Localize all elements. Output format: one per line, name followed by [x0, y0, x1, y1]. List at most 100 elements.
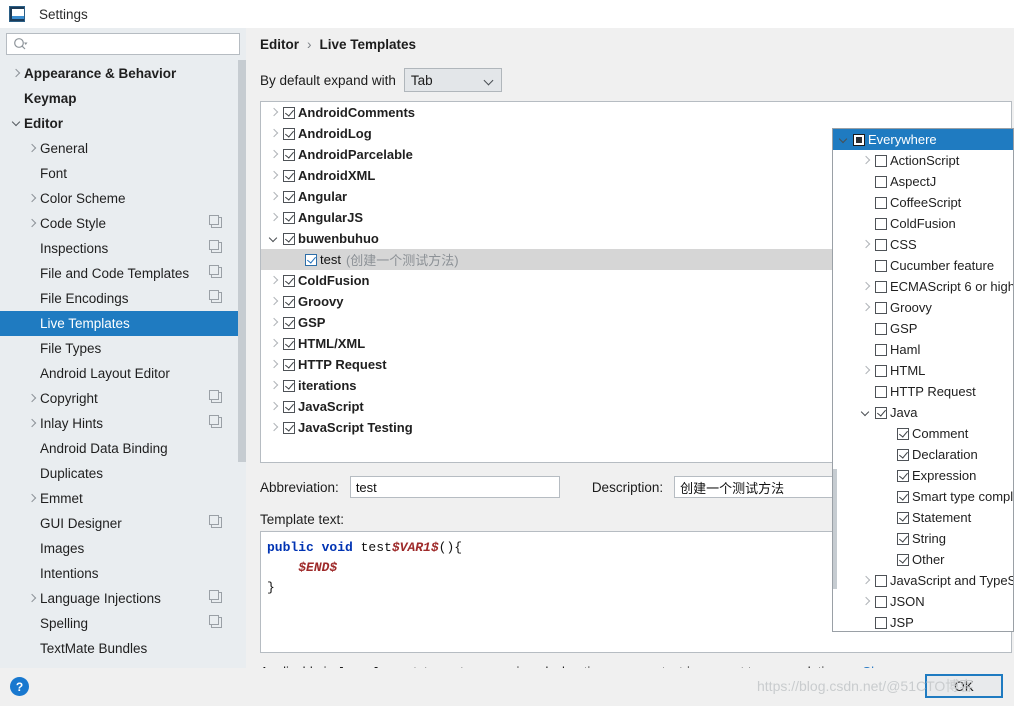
sidebar-item-textmate-bundles[interactable]: TextMate Bundles: [0, 636, 246, 661]
context-item-cucumber-feature[interactable]: Cucumber feature: [833, 255, 1013, 276]
abbreviation-input[interactable]: [349, 476, 560, 498]
chevron-right-icon[interactable]: [26, 142, 40, 156]
template-checkbox[interactable]: [283, 358, 295, 371]
context-item-declaration[interactable]: Declaration: [833, 444, 1013, 465]
chevron-down-icon[interactable]: [267, 231, 283, 247]
context-item-html[interactable]: HTML: [833, 360, 1013, 381]
context-item-statement[interactable]: Statement: [833, 507, 1013, 528]
context-item-coldfusion[interactable]: ColdFusion: [833, 213, 1013, 234]
chevron-right-icon[interactable]: [267, 273, 283, 289]
chevron-right-icon[interactable]: [26, 417, 40, 431]
chevron-right-icon[interactable]: [10, 67, 24, 81]
chevron-right-icon[interactable]: [859, 279, 875, 295]
context-item-string[interactable]: String: [833, 528, 1013, 549]
context-checkbox[interactable]: [875, 154, 887, 167]
context-item-java[interactable]: Java: [833, 402, 1013, 423]
chevron-right-icon[interactable]: [859, 363, 875, 379]
context-checkbox[interactable]: [875, 343, 887, 356]
chevron-right-icon[interactable]: [267, 210, 283, 226]
sidebar-item-inlay-hints[interactable]: Inlay Hints: [0, 411, 246, 436]
context-item-smart-type-completion[interactable]: Smart type completion: [833, 486, 1013, 507]
sidebar-item-language-injections[interactable]: Language Injections: [0, 586, 246, 611]
context-checkbox[interactable]: [875, 616, 887, 629]
ok-button[interactable]: OK: [925, 674, 1003, 698]
sidebar-item-copyright[interactable]: Copyright: [0, 386, 246, 411]
chevron-right-icon[interactable]: [267, 147, 283, 163]
sidebar-item-code-style[interactable]: Code Style: [0, 211, 246, 236]
context-item-http-request[interactable]: HTTP Request: [833, 381, 1013, 402]
context-checkbox[interactable]: [875, 175, 887, 188]
template-row[interactable]: AndroidComments: [261, 102, 1011, 123]
sidebar-item-keymap[interactable]: Keymap: [0, 86, 246, 111]
expand-with-select[interactable]: Tab: [403, 68, 502, 92]
chevron-right-icon[interactable]: [267, 378, 283, 394]
chevron-right-icon[interactable]: [267, 294, 283, 310]
sidebar-item-appearance-behavior[interactable]: Appearance & Behavior: [0, 61, 246, 86]
context-checkbox[interactable]: [875, 238, 887, 251]
context-item-groovy[interactable]: Groovy: [833, 297, 1013, 318]
context-checkbox[interactable]: [875, 301, 887, 314]
template-checkbox[interactable]: [283, 127, 295, 140]
chevron-right-icon[interactable]: [26, 192, 40, 206]
sidebar-item-file-encodings[interactable]: File Encodings: [0, 286, 246, 311]
context-checkbox[interactable]: [875, 280, 887, 293]
context-checkbox[interactable]: [897, 490, 909, 503]
sidebar-item-intentions[interactable]: Intentions: [0, 561, 246, 586]
context-item-haml[interactable]: Haml: [833, 339, 1013, 360]
chevron-right-icon[interactable]: [267, 357, 283, 373]
help-icon[interactable]: ?: [10, 677, 29, 696]
context-checkbox[interactable]: [897, 511, 909, 524]
context-checkbox[interactable]: [875, 259, 887, 272]
sidebar-item-live-templates[interactable]: Live Templates: [0, 311, 246, 336]
chevron-right-icon[interactable]: [267, 189, 283, 205]
sidebar-item-color-scheme[interactable]: Color Scheme: [0, 186, 246, 211]
chevron-right-icon[interactable]: [26, 217, 40, 231]
chevron-down-icon[interactable]: [837, 132, 853, 148]
template-checkbox[interactable]: [283, 316, 295, 329]
template-checkbox[interactable]: [305, 253, 317, 266]
sidebar-item-gui-designer[interactable]: GUI Designer: [0, 511, 246, 536]
chevron-right-icon[interactable]: [859, 237, 875, 253]
sidebar-item-font[interactable]: Font: [0, 161, 246, 186]
chevron-right-icon[interactable]: [859, 573, 875, 589]
context-checkbox[interactable]: [853, 133, 865, 146]
context-item-gsp[interactable]: GSP: [833, 318, 1013, 339]
context-item-javascript-and-typescript[interactable]: JavaScript and TypeScript: [833, 570, 1013, 591]
template-checkbox[interactable]: [283, 211, 295, 224]
chevron-right-icon[interactable]: [267, 336, 283, 352]
sidebar-item-editor[interactable]: Editor: [0, 111, 246, 136]
sidebar-item-images[interactable]: Images: [0, 536, 246, 561]
context-item-json[interactable]: JSON: [833, 591, 1013, 612]
search-input[interactable]: [32, 35, 222, 53]
sidebar-item-file-and-code-templates[interactable]: File and Code Templates: [0, 261, 246, 286]
template-checkbox[interactable]: [283, 421, 295, 434]
template-checkbox[interactable]: [283, 379, 295, 392]
context-popup[interactable]: Everywhere ActionScript AspectJ CoffeeScrip…: [832, 128, 1014, 632]
chevron-right-icon[interactable]: [267, 315, 283, 331]
chevron-right-icon[interactable]: [267, 420, 283, 436]
sidebar-item-spelling[interactable]: Spelling: [0, 611, 246, 636]
context-item-everywhere[interactable]: Everywhere: [833, 129, 1013, 150]
chevron-right-icon[interactable]: [267, 168, 283, 184]
context-checkbox[interactable]: [875, 406, 887, 419]
context-checkbox[interactable]: [897, 427, 909, 440]
template-checkbox[interactable]: [283, 148, 295, 161]
sidebar-scrollbar-thumb[interactable]: [238, 60, 246, 462]
context-item-ecmascript-6-or-higher[interactable]: ECMAScript 6 or higher: [833, 276, 1013, 297]
sidebar-item-android-data-binding[interactable]: Android Data Binding: [0, 436, 246, 461]
template-checkbox[interactable]: [283, 337, 295, 350]
chevron-right-icon[interactable]: [267, 126, 283, 142]
chevron-right-icon[interactable]: [267, 399, 283, 415]
context-checkbox[interactable]: [875, 322, 887, 335]
template-checkbox[interactable]: [283, 190, 295, 203]
sidebar-item-duplicates[interactable]: Duplicates: [0, 461, 246, 486]
context-item-aspectj[interactable]: AspectJ: [833, 171, 1013, 192]
context-checkbox[interactable]: [897, 532, 909, 545]
chevron-right-icon[interactable]: [859, 300, 875, 316]
chevron-right-icon[interactable]: [26, 592, 40, 606]
context-checkbox[interactable]: [875, 574, 887, 587]
chevron-down-icon[interactable]: [859, 405, 875, 421]
popup-scrollbar-thumb[interactable]: [833, 469, 837, 589]
context-item-jsp[interactable]: JSP: [833, 612, 1013, 631]
context-checkbox[interactable]: [875, 385, 887, 398]
